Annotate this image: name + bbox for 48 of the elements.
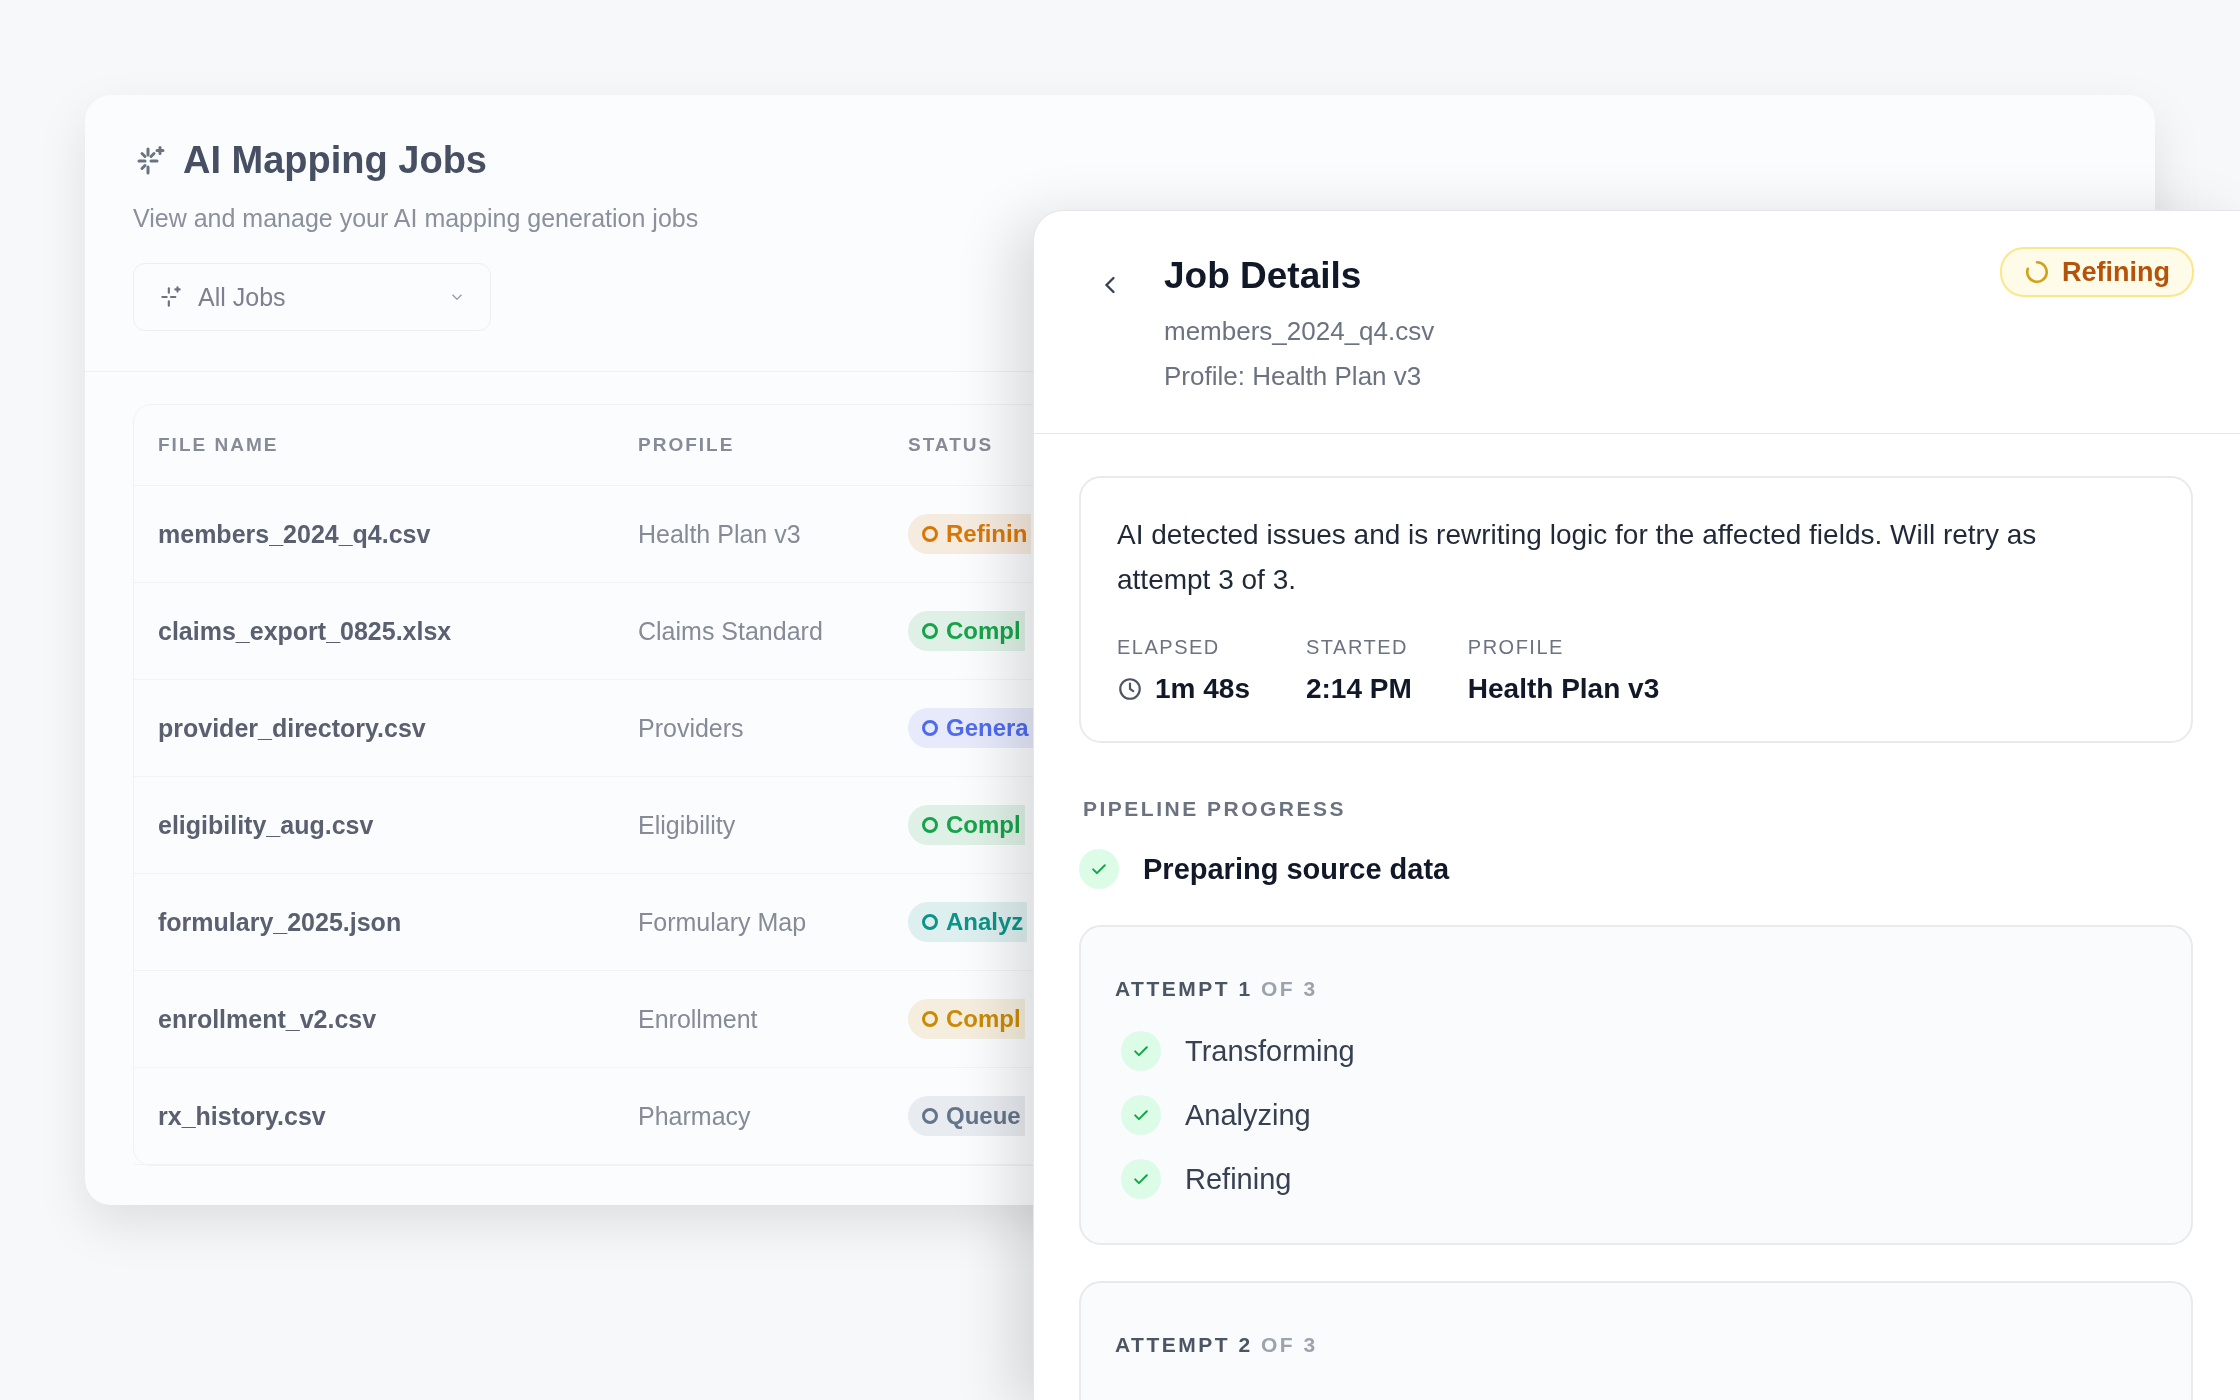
status-badge: Refinin (908, 514, 1032, 554)
status-message: AI detected issues and is rewriting logic for the affected fields. Will retry as attempt 3 of 3. (1117, 518, 2038, 597)
column-header: STATUS (908, 434, 995, 456)
metric-value: 2:14 PM (1305, 673, 1412, 705)
metric-label: STARTED (1305, 636, 1409, 659)
table-cell-text: Claims Standard (638, 616, 824, 646)
clock-icon (1117, 676, 1143, 702)
filter-dropdown[interactable]: All Jobs (133, 263, 491, 331)
page-title: AI Mapping Jobs (183, 139, 487, 182)
status-badge: Genera (908, 708, 1033, 748)
status-badge: Queue (908, 1096, 1025, 1136)
file-name: members_2024_q4.csv (1164, 315, 1436, 348)
table-cell-text: formulary_2025.json (158, 907, 403, 937)
status-badge: Analyz (908, 902, 1028, 942)
table-cell-text: members_2024_q4.csv (158, 519, 432, 549)
table-cell-text: enrollment_v2.csv (158, 1004, 378, 1034)
step-label: Refining (1185, 1162, 1292, 1196)
step-label: Preparing source data (1143, 852, 1450, 886)
table-cell-text: claims_export_0825.xlsx (158, 616, 453, 646)
table-cell-text: Enrollment (638, 1004, 759, 1034)
metric-value: 1m 48s (1155, 673, 1250, 705)
table-cell-text: provider_directory.csv (158, 713, 427, 743)
status-badge: Compl (908, 999, 1025, 1039)
attempt-label: ATTEMPT 1 OF 3 (1115, 977, 1319, 1001)
attempt-label: ATTEMPT 2 OF 3 (1115, 1333, 1319, 1357)
spinner-icon (2024, 259, 2050, 285)
table-cell-text: Eligibility (638, 810, 737, 840)
metric-label: PROFILE (1467, 636, 1565, 659)
status-badge: Compl (908, 805, 1025, 845)
table-cell-text: Formulary Map (638, 907, 808, 937)
section-heading: PIPELINE PROGRESS (1083, 797, 1348, 821)
panel-title: Job Details (1164, 255, 1363, 297)
metric-label: ELAPSED (1117, 636, 1221, 659)
step-label: Transforming (1185, 1034, 1355, 1068)
table-cell-text: rx_history.csv (158, 1101, 327, 1131)
profile-label: Profile: Health Plan v3 (1164, 360, 1423, 393)
step-label: Analyzing (1185, 1098, 1311, 1132)
table-cell-text: Pharmacy (638, 1101, 752, 1131)
table-cell-text: Providers (638, 713, 745, 743)
column-header: PROFILE (638, 434, 736, 456)
metric-value: Health Plan v3 (1467, 673, 1660, 705)
table-cell-text: eligibility_aug.csv (158, 810, 375, 840)
status-badge: Refining (2000, 247, 2194, 297)
sparkle-icon (158, 284, 184, 310)
page-subtitle: View and manage your AI mapping generation jobs (133, 204, 700, 233)
status-badge: Compl (908, 611, 1025, 651)
table-cell-text: Health Plan v3 (638, 519, 802, 549)
column-header: FILE NAME (158, 434, 280, 456)
